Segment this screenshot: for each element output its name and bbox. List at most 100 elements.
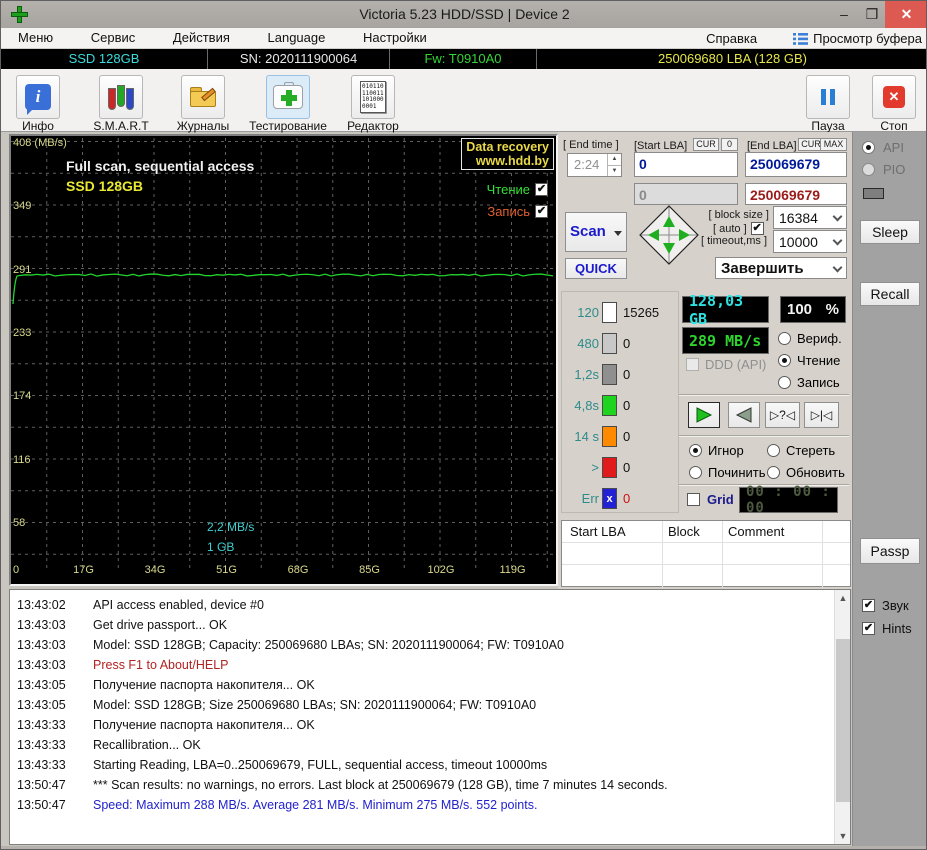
action-ignore[interactable]: Игнор — [689, 443, 744, 458]
pause-button[interactable] — [806, 75, 850, 119]
auto-checkbox[interactable]: ✔ — [751, 222, 764, 235]
mode-read[interactable]: Чтение — [778, 353, 840, 368]
block-size-select[interactable]: 16384 — [773, 206, 847, 229]
play-icon — [695, 407, 713, 423]
mode-verify[interactable]: Вериф. — [778, 331, 842, 346]
read-radio[interactable] — [778, 354, 791, 367]
scrollbar-thumb[interactable] — [836, 639, 850, 802]
log-line: 13:43:03Get drive passport... OK — [10, 615, 850, 635]
verify-radio[interactable] — [778, 332, 791, 345]
smart-button[interactable] — [99, 75, 143, 119]
first-aid-kit-icon — [273, 85, 303, 109]
refresh-radio[interactable] — [767, 466, 780, 479]
spin-up-icon[interactable]: ▲ — [607, 154, 621, 165]
play-button[interactable] — [688, 402, 720, 428]
testing-label: Тестирование — [243, 119, 333, 133]
grid-label: Grid — [707, 492, 734, 507]
latency-stats-panel: 1201526548001,2s04,8s014 s0>0Errx0 — [561, 291, 679, 513]
legend-write: Запись ✔ — [487, 204, 548, 219]
pio-option[interactable]: PIO — [862, 162, 905, 177]
maximize-button[interactable]: ❒ — [857, 1, 887, 28]
erase-radio[interactable] — [767, 444, 780, 457]
write-radio[interactable] — [778, 376, 791, 389]
seek-error-button[interactable]: ▷?◁ — [765, 402, 800, 428]
end-time-spinner[interactable]: 2:24 ▲ ▼ — [567, 153, 622, 177]
write-checkbox[interactable]: ✔ — [535, 205, 548, 218]
read-checkbox[interactable]: ✔ — [535, 183, 548, 196]
grid-checkbox[interactable] — [687, 493, 700, 506]
testing-button[interactable] — [266, 75, 310, 119]
stat-color-block — [602, 395, 617, 416]
seek-diamond-control[interactable] — [635, 204, 703, 272]
end-max-button[interactable]: MAX — [820, 138, 847, 151]
scroll-down-icon[interactable]: ▼ — [835, 828, 851, 844]
api-radio[interactable] — [862, 141, 875, 154]
menu-actions[interactable]: Действия — [156, 28, 247, 49]
x-tick-label: 68G — [288, 564, 309, 576]
start-lba-input2[interactable]: 0 — [634, 183, 738, 205]
info-button[interactable]: i — [16, 75, 60, 119]
hints-option[interactable]: ✔ Hints — [862, 621, 912, 636]
x-tick-label: 34G — [145, 564, 166, 576]
scan-model-label: SSD 128GB — [66, 178, 143, 194]
sleep-button[interactable]: Sleep — [860, 220, 920, 244]
quick-button[interactable]: QUICK — [565, 258, 627, 279]
start-lba-input[interactable]: 0 — [634, 152, 738, 177]
action-refresh[interactable]: Обновить — [767, 465, 845, 480]
sound-checkbox[interactable]: ✔ — [862, 599, 875, 612]
journals-button[interactable] — [181, 75, 225, 119]
ddd-checkbox[interactable] — [686, 358, 699, 371]
grid-row: Grid — [687, 492, 734, 507]
action-repair[interactable]: Починить — [689, 465, 766, 480]
menu-help[interactable]: Справка — [696, 31, 787, 46]
app-window: Victoria 5.23 HDD/SSD | Device 2 – ❒ ✕ М… — [0, 0, 927, 850]
stat-label: 480 — [566, 336, 599, 351]
stop-button[interactable]: ✕ — [872, 75, 916, 119]
finish-action-select[interactable]: Завершить — [715, 257, 847, 279]
close-button[interactable]: ✕ — [885, 1, 927, 28]
log-scrollbar[interactable]: ▲ ▼ — [834, 590, 850, 844]
stat-label: 120 — [566, 305, 599, 320]
mode-write[interactable]: Запись — [778, 375, 840, 390]
log-time: 13:43:33 — [17, 715, 79, 735]
stop-label: Стоп — [849, 119, 927, 133]
stat-color-block — [602, 426, 617, 447]
action-erase[interactable]: Стереть — [767, 443, 835, 458]
pause-icon — [821, 89, 835, 105]
menu-buffer-view[interactable]: Просмотр буфера — [793, 31, 922, 46]
start-cur-button[interactable]: CUR — [693, 138, 719, 151]
start-zero-button[interactable]: 0 — [721, 138, 738, 151]
menu-settings[interactable]: Настройки — [346, 28, 444, 49]
recall-button[interactable]: Recall — [860, 282, 920, 306]
end-lba-input[interactable]: 250069679 — [745, 152, 847, 177]
pio-radio[interactable] — [862, 163, 875, 176]
menu-language[interactable]: Language — [251, 28, 343, 49]
col-comment[interactable]: Comment — [728, 524, 784, 539]
hints-checkbox[interactable]: ✔ — [862, 622, 875, 635]
spin-down-icon[interactable]: ▼ — [607, 165, 621, 176]
log-text: Speed: Maximum 288 MB/s. Average 281 MB/… — [93, 798, 537, 812]
timeout-select[interactable]: 10000 — [773, 230, 847, 253]
scan-button[interactable]: Scan — [565, 212, 627, 252]
end-lba-input2[interactable]: 250069679 — [745, 183, 847, 205]
log-text: Получение паспорта накопителя... OK — [93, 718, 315, 732]
step-button[interactable]: ▷|◁ — [804, 402, 839, 428]
sound-option[interactable]: ✔ Звук — [862, 598, 909, 613]
menu-service[interactable]: Сервис — [74, 28, 153, 49]
ignore-radio[interactable] — [689, 444, 702, 457]
binary-document-icon: 010110 110011 101000 0001 — [360, 81, 386, 113]
stat-count: 0 — [623, 367, 630, 382]
editor-button[interactable]: 010110 110011 101000 0001 — [351, 75, 395, 119]
block-size-label: [ block size ] — [707, 209, 769, 221]
stat-count: 0 — [623, 336, 630, 351]
col-start-lba[interactable]: Start LBA — [570, 524, 626, 539]
col-block[interactable]: Block — [668, 524, 700, 539]
minimize-button[interactable]: – — [829, 1, 859, 28]
passp-button[interactable]: Passp — [860, 538, 920, 564]
api-option[interactable]: API — [862, 140, 904, 155]
scroll-up-icon[interactable]: ▲ — [835, 590, 851, 606]
stat-row: 14 s0 — [566, 426, 630, 447]
back-button[interactable] — [728, 402, 760, 428]
menu-menu[interactable]: Меню — [1, 28, 70, 49]
repair-radio[interactable] — [689, 466, 702, 479]
